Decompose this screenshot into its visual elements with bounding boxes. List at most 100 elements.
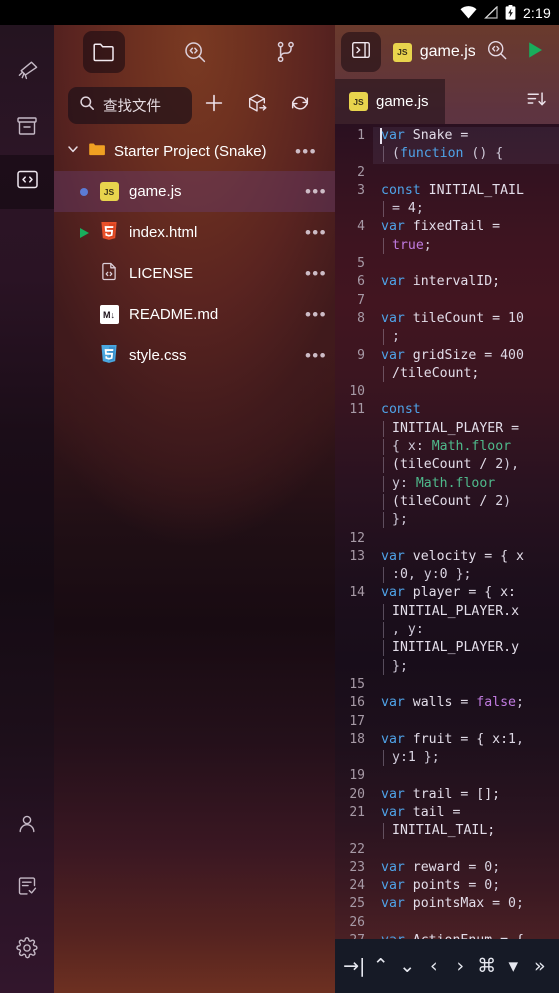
run-play-icon[interactable]: [79, 227, 89, 238]
file-row-style-css[interactable]: style.css •••: [54, 335, 335, 376]
code-line-22[interactable]: [381, 841, 559, 859]
code-line-14-wrap[interactable]: };: [381, 658, 559, 676]
code-line-11-wrap[interactable]: y: Math.floor: [381, 475, 559, 493]
code-token: const: [381, 402, 421, 418]
code-line-19[interactable]: [381, 767, 559, 785]
code-line-11[interactable]: const: [381, 401, 559, 419]
code-line-15[interactable]: [381, 676, 559, 694]
code-line-3-wrap[interactable]: = 4;: [381, 200, 559, 218]
code-line-14-wrap[interactable]: INITIAL_PLAYER.y: [381, 639, 559, 657]
tab-files[interactable]: [58, 25, 149, 79]
code-line-9[interactable]: var gridSize = 400: [381, 347, 559, 365]
code-line-14-wrap[interactable]: , y:: [381, 621, 559, 639]
code-token: 1: [407, 750, 416, 766]
code-line-27[interactable]: var ActionEnum = {: [381, 932, 559, 939]
rail-item-archive[interactable]: [0, 101, 54, 155]
code-line-23[interactable]: var reward = 0;: [381, 859, 559, 877]
code-line-11-wrap[interactable]: };: [381, 511, 559, 529]
rail-item-settings[interactable]: [0, 919, 54, 981]
code-line-14[interactable]: var player = { x:: [381, 584, 559, 602]
code-line-14-wrap[interactable]: INITIAL_PLAYER.x: [381, 603, 559, 621]
code-line-12[interactable]: [381, 530, 559, 548]
code-editor[interactable]: 1 23 4 5678 9 10 11 12 13 14 15 16 17 18 19 20…: [335, 124, 559, 939]
code-line-25[interactable]: var pointsMax = 0;: [381, 895, 559, 913]
panel-toggle-button[interactable]: [341, 32, 381, 72]
code-line-6[interactable]: var intervalID;: [381, 273, 559, 291]
code-line-7[interactable]: [381, 292, 559, 310]
code-line-3[interactable]: const INITIAL_TAIL: [381, 182, 559, 200]
arrow-right-key[interactable]: ›: [447, 939, 474, 993]
rail-item-code[interactable]: [0, 155, 54, 209]
code-line-13[interactable]: var velocity = { x: [381, 548, 559, 566]
editor-search-button[interactable]: [481, 32, 513, 72]
arrow-left-key[interactable]: ‹: [421, 939, 448, 993]
code-line-4[interactable]: var fixedTail =: [381, 218, 559, 236]
code-line-11-wrap[interactable]: INITIAL_PLAYER =: [381, 420, 559, 438]
project-overflow-button[interactable]: •••: [295, 143, 325, 160]
code-line-17[interactable]: [381, 713, 559, 731]
tab-sort-button[interactable]: [513, 79, 559, 124]
code-token: /tileCount;: [392, 365, 480, 381]
tab-game-js[interactable]: JS game.js: [335, 79, 445, 124]
project-row[interactable]: Starter Project (Snake) •••: [54, 131, 335, 171]
editor-run-button[interactable]: [519, 32, 551, 72]
code-line-4-wrap[interactable]: true;: [381, 237, 559, 255]
code-line-21-wrap[interactable]: INITIAL_TAIL;: [381, 822, 559, 840]
code-line-16[interactable]: var walls = false;: [381, 694, 559, 712]
search-input[interactable]: 查找文件: [68, 86, 192, 124]
code-line-18[interactable]: var fruit = { x:1,: [381, 731, 559, 749]
line-number: 3: [357, 182, 365, 198]
more-keys[interactable]: »: [527, 939, 554, 993]
file-row-index-html[interactable]: index.html •••: [54, 212, 335, 253]
file-overflow-button[interactable]: •••: [305, 265, 335, 282]
code-line-11-wrap[interactable]: (tileCount / 2): [381, 493, 559, 511]
code-line-10[interactable]: [381, 383, 559, 401]
code-token: ;: [492, 859, 501, 875]
line-number: 22: [349, 841, 365, 857]
code-line-2[interactable]: [381, 164, 559, 182]
rail-item-account[interactable]: [0, 795, 54, 857]
line-number: 20: [349, 786, 365, 802]
file-row-readme-md[interactable]: M↓ README.md •••: [54, 294, 335, 335]
code-line-18-wrap[interactable]: y:1 };: [381, 749, 559, 767]
new-file-button[interactable]: [194, 85, 234, 125]
rail-item-tasks[interactable]: [0, 857, 54, 919]
file-overflow-button[interactable]: •••: [305, 224, 335, 241]
editor-current-file[interactable]: JS game.js: [387, 42, 475, 62]
code-line-24[interactable]: var points = 0;: [381, 877, 559, 895]
file-row-license[interactable]: LICENSE •••: [54, 253, 335, 294]
tab-key[interactable]: →|: [341, 939, 368, 993]
code-line-21[interactable]: var tail =: [381, 804, 559, 822]
code-token: var: [381, 695, 413, 711]
code-line-11-wrap[interactable]: { x: Math.floor: [381, 438, 559, 456]
code-line-8[interactable]: var tileCount = 10: [381, 310, 559, 328]
dropdown-key[interactable]: ▾: [500, 939, 527, 993]
tab-git[interactable]: [240, 25, 331, 79]
code-line-1-wrap[interactable]: (function () {: [381, 145, 559, 164]
file-overflow-button[interactable]: •••: [305, 183, 335, 200]
code-line-13-wrap[interactable]: :0, y:0 };: [381, 566, 559, 584]
panel-expand-icon: [350, 39, 372, 66]
rail-item-telescope[interactable]: [0, 47, 54, 101]
file-type-icon: JS: [96, 182, 122, 201]
arrow-down-key[interactable]: ⌄: [394, 939, 421, 993]
code-line-26[interactable]: [381, 914, 559, 932]
arrow-up-key[interactable]: ⌃: [368, 939, 395, 993]
js-badge: JS: [393, 42, 412, 62]
export-button[interactable]: [237, 85, 277, 125]
code-token: =: [392, 201, 408, 217]
file-overflow-button[interactable]: •••: [305, 306, 335, 323]
code-line-8-wrap[interactable]: ;: [381, 328, 559, 346]
chevron-down-icon[interactable]: [66, 142, 80, 161]
tab-search-code[interactable]: [149, 25, 240, 79]
command-key[interactable]: ⌘: [474, 939, 501, 993]
code-line-11-wrap[interactable]: (tileCount / 2),: [381, 456, 559, 474]
file-overflow-button[interactable]: •••: [305, 347, 335, 364]
code-content[interactable]: var Snake = (function () { const INITIAL_…: [373, 124, 559, 939]
file-row-game-js[interactable]: JS game.js •••: [54, 171, 335, 212]
refresh-button[interactable]: [280, 85, 320, 125]
code-line-5[interactable]: [381, 255, 559, 273]
code-line-20[interactable]: var trail = [];: [381, 786, 559, 804]
code-line-1[interactable]: var Snake =: [380, 127, 559, 146]
code-line-9-wrap[interactable]: /tileCount;: [381, 365, 559, 383]
